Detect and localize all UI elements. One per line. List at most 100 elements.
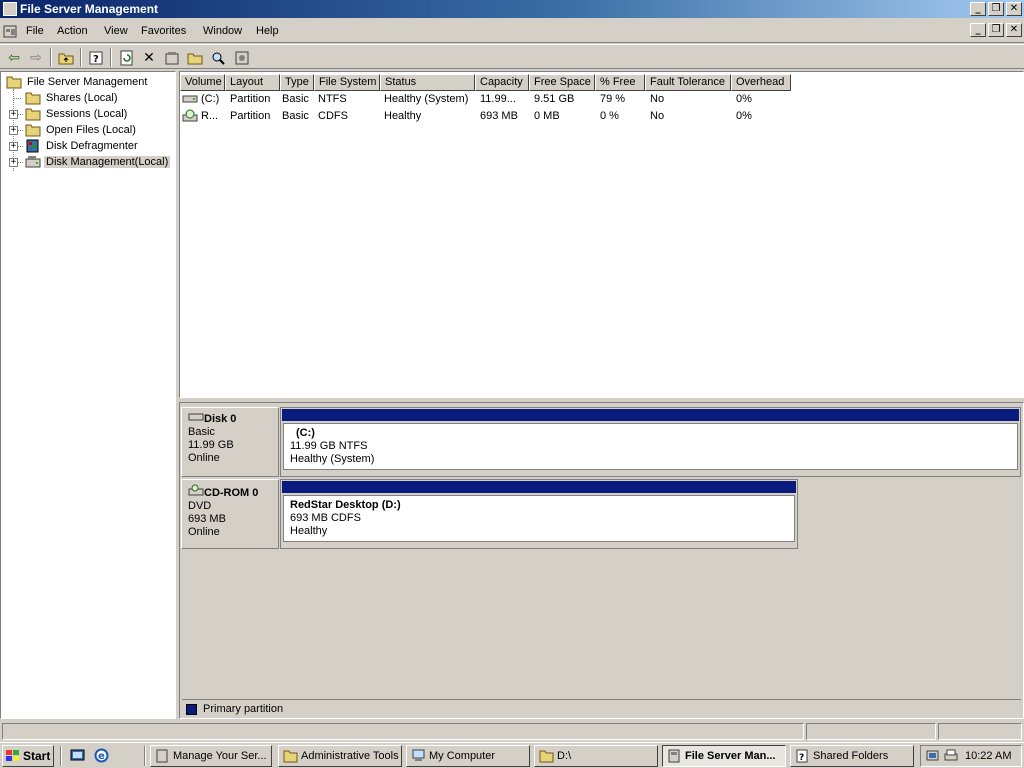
cell-overhead: 0% [736, 93, 752, 105]
tray-printer-icon[interactable] [943, 748, 959, 764]
column-header-percent-free[interactable]: % Free [595, 74, 645, 91]
status-pane-2 [806, 723, 936, 740]
help-icon[interactable]: ? [86, 48, 106, 67]
folder-icon [25, 108, 41, 121]
cell-file-system: NTFS [318, 93, 347, 105]
cell-fault-tolerance: No [650, 110, 665, 122]
column-header-free-space[interactable]: Free Space [529, 74, 595, 91]
tree-item-root[interactable]: File Server Management [6, 74, 149, 90]
cdrom-0-info[interactable]: CD-ROM 0 DVD 693 MB Online [181, 479, 279, 549]
taskbar: Start e Manage Your Ser... Administrativ… [0, 742, 1024, 768]
shared-folder-icon [25, 92, 41, 105]
disk-settings-icon[interactable] [232, 48, 252, 67]
search-icon[interactable] [208, 48, 228, 67]
cell-type: Basic [282, 110, 309, 122]
menu-action[interactable]: Action [57, 25, 88, 37]
folder-icon [539, 750, 554, 763]
status-pane-main [2, 723, 804, 740]
taskbar-button-label: D:\ [557, 750, 572, 762]
close-button[interactable]: ✕ [1006, 2, 1022, 16]
taskbar-button-file-server[interactable]: File Server Man... [662, 745, 786, 767]
volume-detail: 693 MB CDFS [290, 512, 361, 524]
back-arrow-icon[interactable]: ⇦ [4, 48, 24, 67]
taskbar-button-d-drive[interactable]: D:\ [534, 745, 658, 767]
expand-toggle[interactable]: + [9, 110, 18, 119]
volume-name: RedStar Desktop (D:) [290, 499, 401, 511]
svg-text:?: ? [799, 753, 804, 763]
tree-label: Disk Management(Local) [44, 156, 171, 168]
column-header-volume[interactable]: Volume [180, 74, 225, 91]
mmc-icon[interactable] [3, 24, 19, 40]
legend-swatch [186, 703, 197, 715]
disk-name: CD-ROM 0 [204, 487, 259, 499]
column-header-status[interactable]: Status [380, 74, 475, 91]
taskbar-button-manage-server[interactable]: Manage Your Ser... [150, 745, 272, 767]
disk-0-info[interactable]: Disk 0 Basic 11.99 GB Online [181, 407, 279, 477]
tree-label: Disk Defragmenter [46, 140, 138, 152]
column-header-overhead[interactable]: Overhead [731, 74, 791, 91]
child-close-button[interactable]: ✕ [1006, 23, 1022, 37]
refresh-icon[interactable] [117, 48, 137, 67]
up-one-level-icon[interactable] [56, 48, 76, 67]
cd-drive-icon [182, 109, 198, 122]
tree-label: Sessions (Local) [46, 108, 128, 120]
taskbar-button-admin-tools[interactable]: Administrative Tools [278, 745, 402, 767]
column-header-layout[interactable]: Layout [225, 74, 280, 91]
primary-partition-bar [282, 409, 1019, 421]
internet-explorer-icon[interactable]: e [93, 747, 110, 764]
expand-toggle[interactable]: + [9, 126, 18, 135]
cell-free-space: 9.51 GB [534, 93, 575, 105]
menu-favorites[interactable]: Favorites [141, 25, 186, 37]
windows-logo-icon [6, 750, 19, 761]
cell-free-space: 0 MB [534, 110, 560, 122]
delete-icon[interactable]: ✕ [139, 48, 159, 67]
forward-arrow-icon[interactable]: ⇨ [26, 48, 46, 67]
disk-status: Online [188, 452, 220, 464]
open-folder-icon[interactable] [185, 48, 205, 67]
menu-file[interactable]: File [26, 25, 44, 37]
status-pane-3 [938, 723, 1022, 740]
column-header-fault-tolerance[interactable]: Fault Tolerance [645, 74, 731, 91]
tree-item-disk-management[interactable]: Disk Management(Local) [25, 154, 171, 170]
cell-capacity: 11.99... [480, 93, 516, 105]
column-header-type[interactable]: Type [280, 74, 314, 91]
title-bar[interactable]: File Server Management _ ❐ ✕ [0, 0, 1024, 18]
taskbar-button-shared-folders[interactable]: ? Shared Folders [790, 745, 914, 767]
window-title: File Server Management [20, 2, 159, 16]
tree-item-sessions[interactable]: Sessions (Local) [25, 106, 129, 122]
volume-d[interactable]: RedStar Desktop (D:) 693 MB CDFS Healthy [280, 479, 798, 549]
menu-help[interactable]: Help [256, 25, 279, 37]
expand-toggle[interactable]: + [9, 142, 18, 151]
app-icon[interactable] [3, 2, 17, 16]
clock[interactable]: 10:22 AM [965, 746, 1011, 766]
menu-bar: File Action View Favorites Window Help _… [0, 20, 1024, 43]
column-header-capacity[interactable]: Capacity [475, 74, 529, 91]
taskbar-button-my-computer[interactable]: My Computer [406, 745, 530, 767]
child-restore-button[interactable]: ❐ [988, 23, 1004, 37]
disk-management-icon [25, 156, 41, 168]
restore-button[interactable]: ❐ [988, 2, 1004, 16]
expand-toggle[interactable]: + [9, 158, 18, 167]
cell-fault-tolerance: No [650, 93, 665, 105]
properties-icon[interactable] [162, 48, 182, 67]
volume-c[interactable]: (C:) 11.99 GB NTFS Healthy (System) [280, 407, 1021, 477]
tray-network-icon[interactable] [925, 748, 941, 764]
child-minimize-button[interactable]: _ [970, 23, 986, 37]
tree-item-open-files[interactable]: Open Files (Local) [25, 122, 138, 138]
console-tree: File Server Management Shares (Local) + … [0, 71, 176, 719]
tree-item-defragmenter[interactable]: Disk Defragmenter [25, 138, 140, 154]
taskbar-button-label: My Computer [429, 750, 496, 762]
taskbar-button-label: File Server Man... [685, 750, 776, 762]
show-desktop-icon[interactable] [69, 747, 86, 764]
status-bar [0, 722, 1024, 741]
column-header-file-system[interactable]: File System [314, 74, 380, 91]
tree-item-shares[interactable]: Shares (Local) [25, 90, 120, 106]
cell-percent-free: 0 % [600, 110, 619, 122]
folder-icon [25, 124, 41, 137]
volume-name: (C:) [296, 427, 315, 439]
svg-text:?: ? [93, 54, 99, 65]
menu-window[interactable]: Window [203, 25, 242, 37]
start-button[interactable]: Start [2, 745, 54, 767]
minimize-button[interactable]: _ [970, 2, 986, 16]
menu-view[interactable]: View [104, 25, 128, 37]
